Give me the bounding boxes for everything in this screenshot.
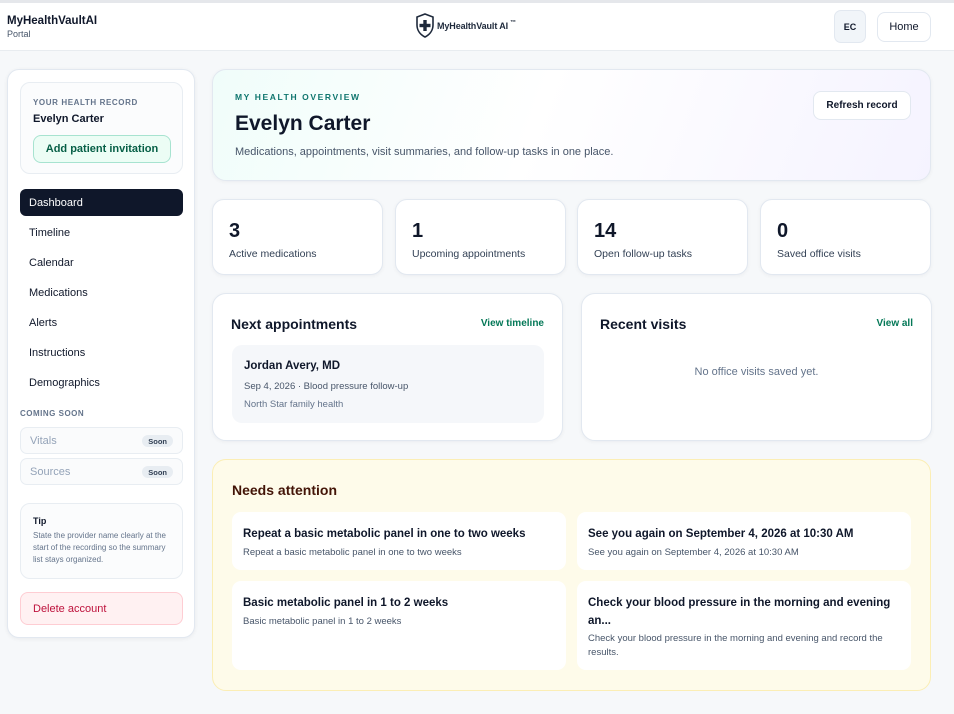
task-description: See you again on September 4, 2026 at 10…	[588, 547, 799, 558]
attention-task[interactable]: See you again on September 4, 2026 at 10…	[577, 512, 911, 570]
task-title: See you again on September 4, 2026 at 10…	[588, 528, 854, 540]
empty-state-text: No office visits saved yet.	[694, 366, 819, 378]
sidebar-item-instructions[interactable]: Instructions	[20, 339, 183, 366]
stat-label: Active medications	[229, 248, 317, 260]
tip-title: Tip	[33, 516, 47, 526]
avatar[interactable]: EC	[834, 10, 866, 43]
appointment-location: North Star family health	[244, 399, 344, 410]
center-logo[interactable]: MyHealthVault AI ™	[415, 13, 516, 39]
next-appointments-panel: Next appointments View timeline Jordan A…	[212, 293, 563, 441]
task-title: Repeat a basic metabolic panel in one to…	[243, 528, 526, 540]
stat-card-upcoming-appointments[interactable]: 1 Upcoming appointments	[395, 199, 566, 275]
task-description: Check your blood pressure in the morning…	[588, 633, 883, 658]
stat-label: Open follow-up tasks	[594, 248, 693, 260]
soon-badge: Soon	[142, 435, 173, 447]
hero-eyebrow: MY HEALTH OVERVIEW	[235, 92, 361, 102]
coming-soon-heading: COMING SOON	[20, 409, 85, 418]
health-record-card: YOUR HEALTH RECORD Evelyn Carter Add pat…	[20, 82, 183, 174]
page-title: Evelyn Carter	[235, 112, 371, 135]
recent-visits-panel: Recent visits View all No office visits …	[581, 293, 932, 441]
task-description: Basic metabolic panel in 1 to 2 weeks	[243, 616, 402, 627]
stat-value: 1	[412, 220, 424, 242]
shield-cross-icon	[416, 13, 434, 38]
tip-card: Tip State the provider name clearly at t…	[20, 503, 183, 579]
sidebar-item-label: Vitals	[30, 434, 57, 447]
panel-title: Next appointments	[231, 316, 358, 332]
sidebar-nav: Dashboard Timeline Calendar Medications …	[20, 189, 183, 399]
refresh-record-button[interactable]: Refresh record	[813, 91, 911, 120]
stat-label: Upcoming appointments	[412, 248, 526, 260]
view-timeline-link[interactable]: View timeline	[481, 318, 544, 329]
brand-name: MyHealthVaultAI	[7, 15, 98, 27]
stat-label: Saved office visits	[777, 248, 861, 260]
delete-account-button[interactable]: Delete account	[20, 592, 183, 625]
soon-badge: Soon	[142, 466, 173, 478]
home-button[interactable]: Home	[877, 12, 931, 42]
stat-card-saved-office-visits[interactable]: 0 Saved office visits	[760, 199, 931, 275]
stat-value: 14	[594, 220, 617, 242]
logo-text: MyHealthVault AI	[437, 21, 509, 31]
sidebar-item-sources: Sources Soon	[20, 458, 183, 485]
stat-card-open-follow-up-tasks[interactable]: 14 Open follow-up tasks	[577, 199, 748, 275]
tip-text: State the provider name clearly at the s…	[33, 531, 166, 564]
panel-title: Recent visits	[600, 316, 687, 332]
record-eyebrow: YOUR HEALTH RECORD	[33, 98, 138, 107]
sidebar-item-timeline[interactable]: Timeline	[20, 219, 183, 246]
sidebar: YOUR HEALTH RECORD Evelyn Carter Add pat…	[7, 69, 195, 638]
top-bar: MyHealthVaultAI Portal MyHealthVault AI ™…	[0, 3, 954, 51]
task-title: Check your blood pressure in the morning…	[588, 597, 891, 627]
sidebar-item-dashboard[interactable]: Dashboard	[20, 189, 183, 216]
appointment-provider: Jordan Avery, MD	[244, 360, 341, 372]
brand-subtitle: Portal	[7, 29, 31, 39]
view-all-link[interactable]: View all	[876, 318, 913, 329]
sidebar-item-label: Sources	[30, 465, 71, 478]
add-patient-invitation-button[interactable]: Add patient invitation	[33, 135, 171, 163]
panel-title: Needs attention	[232, 482, 338, 498]
attention-task[interactable]: Basic metabolic panel in 1 to 2 weeks Ba…	[232, 581, 566, 670]
stat-value: 0	[777, 220, 789, 242]
attention-task[interactable]: Check your blood pressure in the morning…	[577, 581, 911, 670]
sidebar-item-alerts[interactable]: Alerts	[20, 309, 183, 336]
sidebar-item-medications[interactable]: Medications	[20, 279, 183, 306]
appointment-card[interactable]: Jordan Avery, MD Sep 4, 2026 · Blood pre…	[232, 345, 544, 423]
task-description: Repeat a basic metabolic panel in one to…	[243, 547, 462, 558]
hero-description: Medications, appointments, visit summari…	[235, 146, 614, 158]
appointment-date: Sep 4, 2026 · Blood pressure follow-up	[244, 381, 409, 392]
needs-attention-panel: Needs attention Repeat a basic metabolic…	[212, 459, 931, 691]
stat-value: 3	[229, 220, 241, 242]
sidebar-item-vitals: Vitals Soon	[20, 427, 183, 454]
sidebar-item-demographics[interactable]: Demographics	[20, 369, 183, 396]
task-title: Basic metabolic panel in 1 to 2 weeks	[243, 597, 449, 609]
health-overview-hero: MY HEALTH OVERVIEW Evelyn Carter Medicat…	[212, 69, 931, 181]
logo-trademark: ™	[510, 20, 516, 26]
brand[interactable]: MyHealthVaultAI Portal	[7, 15, 97, 39]
stat-card-active-medications[interactable]: 3 Active medications	[212, 199, 383, 275]
record-patient-name: Evelyn Carter	[33, 113, 104, 125]
sidebar-item-calendar[interactable]: Calendar	[20, 249, 183, 276]
attention-task[interactable]: Repeat a basic metabolic panel in one to…	[232, 512, 566, 570]
